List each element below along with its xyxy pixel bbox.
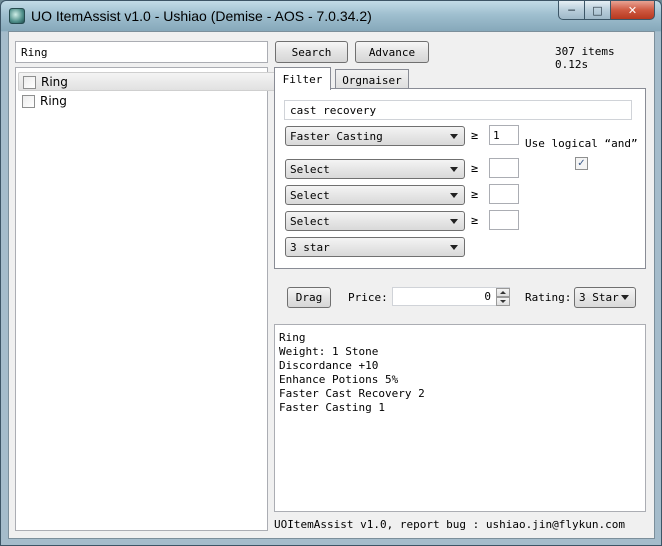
star-select[interactable]: 3 star — [285, 237, 465, 257]
property-select[interactable]: Select — [285, 211, 465, 231]
keyword-input-value: cast recovery — [290, 104, 377, 117]
item-checkbox[interactable] — [22, 95, 35, 108]
rating-label: Rating: — [525, 291, 572, 304]
chevron-down-icon — [450, 134, 458, 139]
greater-equal-icon: ≥ — [471, 187, 479, 201]
price-spinner[interactable] — [496, 288, 510, 306]
client-area: Ring Search Advance 307 items 0.12s Ring… — [8, 31, 655, 539]
greater-equal-icon: ≥ — [471, 161, 479, 175]
spinner-up-icon[interactable] — [496, 288, 510, 297]
price-label: Price: — [348, 291, 388, 304]
detail-line: Weight: 1 Stone — [279, 345, 379, 358]
price-input[interactable]: 0 — [392, 287, 510, 306]
window-title: UO ItemAssist v1.0 - Ushiao (Demise - AO… — [31, 8, 372, 24]
item-list[interactable]: Ring Ring — [15, 67, 277, 531]
detail-line: Faster Casting 1 — [279, 401, 385, 414]
close-button[interactable]: ✕ — [611, 1, 655, 20]
close-icon: ✕ — [627, 3, 638, 17]
tab-filter[interactable]: Filter — [274, 67, 331, 90]
search-input-value: Ring — [21, 46, 48, 59]
list-item-label: Ring — [41, 75, 68, 89]
chevron-down-icon — [450, 193, 458, 198]
min-value-input[interactable] — [489, 184, 519, 204]
search-button[interactable]: Search — [275, 41, 348, 63]
property-select-value: Select — [290, 215, 330, 228]
check-icon: ✓ — [577, 158, 586, 169]
filter-panel: cast recovery Faster Casting ≥1 Select ≥ Sel… — [274, 88, 646, 269]
min-value-input[interactable]: 1 — [489, 125, 519, 145]
chevron-down-icon — [450, 219, 458, 224]
spinner-down-icon[interactable] — [496, 297, 510, 306]
price-input-value: 0 — [484, 290, 491, 303]
list-item[interactable]: Ring — [18, 72, 277, 91]
greater-equal-icon: ≥ — [471, 128, 479, 142]
star-select-value: 3 star — [290, 241, 330, 254]
property-select-value: Select — [290, 189, 330, 202]
min-value: 1 — [493, 129, 500, 142]
detail-line: Ring — [279, 331, 306, 344]
title-bar[interactable]: UO ItemAssist v1.0 - Ushiao (Demise - AO… — [1, 1, 661, 31]
list-item[interactable]: Ring — [18, 92, 277, 111]
property-select-value: Faster Casting — [290, 130, 383, 143]
min-value-input[interactable] — [489, 210, 519, 230]
maximize-button[interactable]: □ — [585, 1, 611, 20]
app-icon — [9, 8, 25, 24]
chevron-down-icon — [450, 245, 458, 250]
property-select-value: Select — [290, 163, 330, 176]
rating-select-value: 3 Star — [579, 291, 619, 304]
list-item-label: Ring — [40, 94, 67, 108]
window-controls: ─ □ ✕ — [558, 1, 655, 21]
app-window: UO ItemAssist v1.0 - Ushiao (Demise - AO… — [0, 0, 662, 546]
greater-equal-icon: ≥ — [471, 213, 479, 227]
logical-and-checkbox[interactable]: ✓ — [575, 157, 588, 170]
result-info: 307 items 0.12s — [555, 45, 615, 71]
min-value-input[interactable] — [489, 158, 519, 178]
tab-orgnaiser[interactable]: Orgnaiser — [335, 69, 409, 90]
maximize-icon: □ — [592, 3, 603, 17]
detail-line: Enhance Potions 5% — [279, 373, 399, 386]
chevron-down-icon — [450, 167, 458, 172]
detail-lines: Ring Weight: 1 Stone Discordance +10 Enhanc… — [279, 331, 641, 415]
advance-button[interactable]: Advance — [355, 41, 429, 63]
detail-line: Faster Cast Recovery 2 — [279, 387, 425, 400]
property-select[interactable]: Select — [285, 185, 465, 205]
item-checkbox[interactable] — [23, 76, 36, 89]
keyword-input[interactable]: cast recovery — [284, 100, 632, 120]
minimize-button[interactable]: ─ — [558, 1, 585, 20]
minimize-icon: ─ — [568, 3, 575, 17]
status-bar-text: UOItemAssist v1.0, report bug : ushiao.j… — [274, 518, 625, 531]
drag-button[interactable]: Drag — [287, 287, 331, 308]
detail-line: Discordance +10 — [279, 359, 379, 372]
rating-select[interactable]: 3 Star — [574, 287, 636, 308]
property-select[interactable]: Select — [285, 159, 465, 179]
search-input[interactable]: Ring — [15, 41, 268, 63]
chevron-down-icon — [621, 295, 629, 300]
item-details[interactable]: Ring Weight: 1 Stone Discordance +10 Enhanc… — [274, 324, 646, 512]
property-select[interactable]: Faster Casting — [285, 126, 465, 146]
logical-and-label: Use logical “and” — [525, 137, 638, 150]
